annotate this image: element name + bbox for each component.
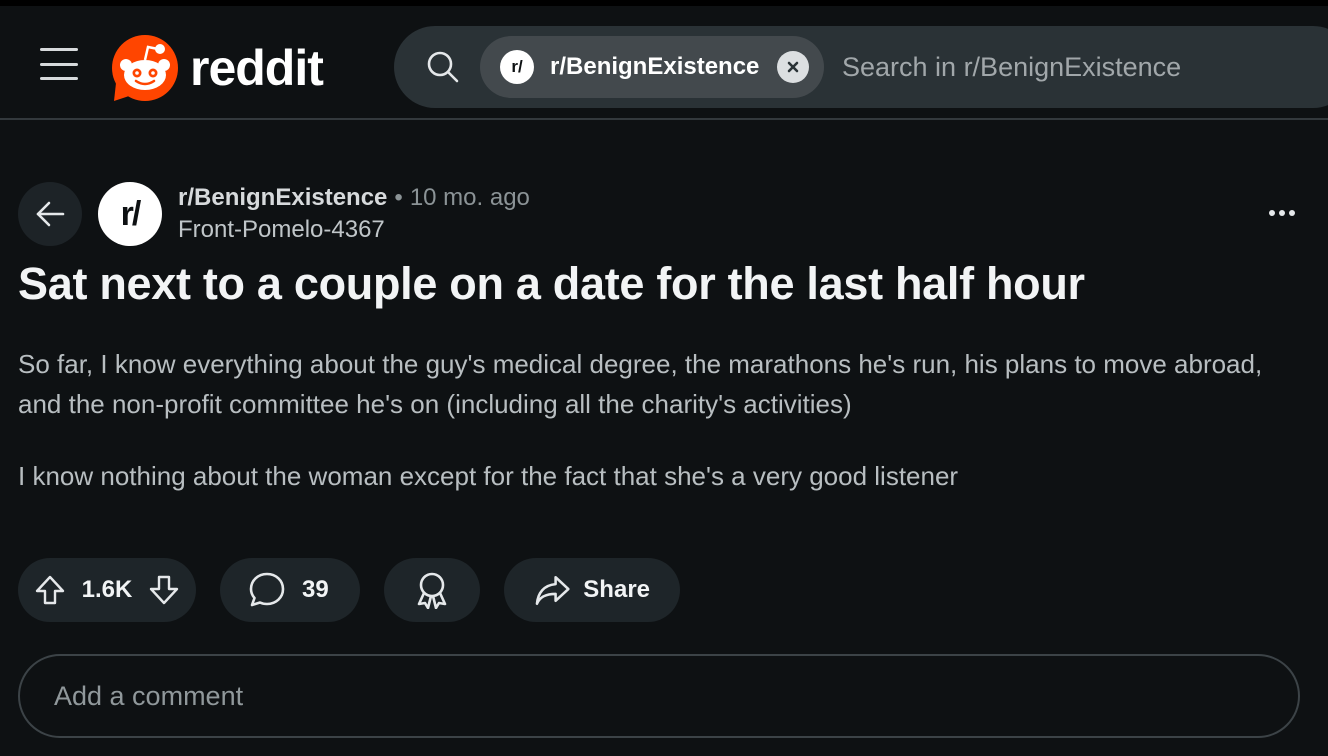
menu-icon[interactable] [40,48,78,80]
award-icon [417,572,447,609]
snoo-icon [112,35,178,101]
post-time: 10 mo. ago [409,184,530,211]
add-comment-input[interactable]: Add a comment [18,654,1300,738]
post-author[interactable]: Front-Pomelo-4367 [178,216,385,244]
subreddit-chip-avatar: r/ [500,50,534,84]
post-meta: r/BenignExistence • 10 mo. ago [178,184,530,212]
post-actions: 1.6K 39 Share [18,558,680,622]
comment-count: 39 [302,576,329,603]
subreddit-chip-label: r/BenignExistence [550,53,760,80]
search-bar[interactable]: r/ r/BenignExistence Search in r/BenignE… [394,26,1328,108]
post-title: Sat next to a couple on a date for the l… [18,258,1085,309]
share-label: Share [583,576,650,603]
award-button[interactable] [384,558,480,622]
search-icon [427,51,459,83]
subreddit-avatar[interactable]: r/ [98,182,162,246]
subreddit-name[interactable]: r/BenignExistence [178,184,387,212]
post-body: So far, I know everything about the guy'… [18,344,1288,528]
arrow-left-icon [36,201,65,227]
back-button[interactable] [18,182,82,246]
vote-count: 1.6K [81,576,133,603]
reddit-logo[interactable]: reddit [112,34,324,102]
more-options-icon[interactable] [1262,198,1302,228]
top-navigation-bar: reddit r/ r/BenignExistence Search in r/… [0,0,1328,120]
share-icon [535,575,570,606]
comment-icon [249,572,285,607]
search-input[interactable]: Search in r/BenignExistence [842,52,1181,83]
comments-button[interactable]: 39 [220,558,360,622]
comment-placeholder: Add a comment [54,680,244,711]
upvote-icon[interactable] [34,574,66,606]
downvote-icon[interactable] [148,574,180,606]
reddit-wordmark: reddit [190,40,324,96]
post-paragraph: So far, I know everything about the guy'… [18,349,1263,419]
share-button[interactable]: Share [504,558,680,622]
post-paragraph: I know nothing about the woman except fo… [18,461,959,491]
vote-control: 1.6K [18,558,196,622]
subreddit-search-chip[interactable]: r/ r/BenignExistence [480,36,824,98]
close-icon[interactable] [777,51,810,83]
meta-separator: • [394,184,403,211]
